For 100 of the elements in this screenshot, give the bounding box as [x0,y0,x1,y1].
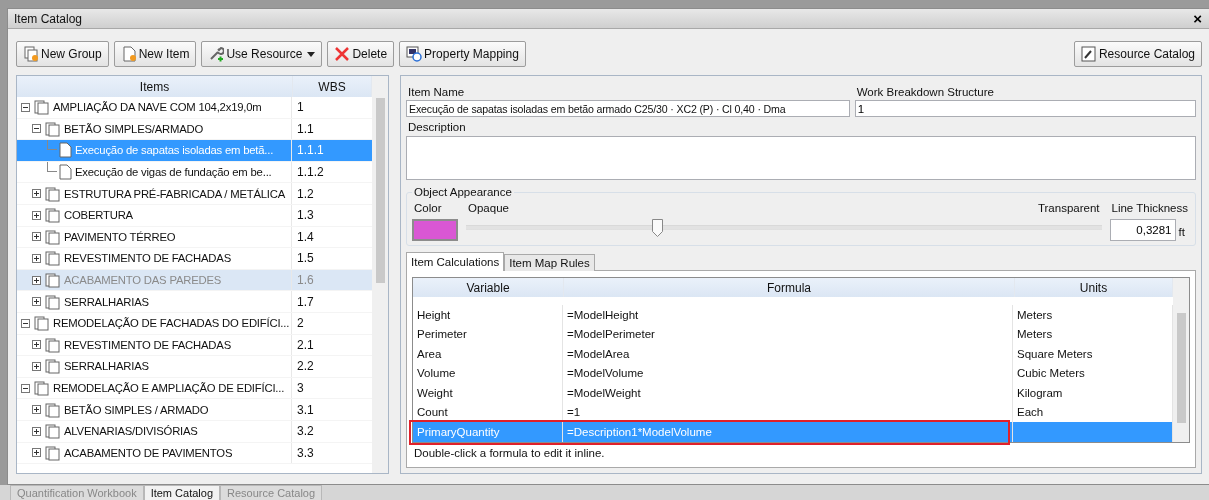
wbs-value: 1.2 [296,185,315,203]
item-name: SERRALHARIAS [64,295,149,308]
property-mapping-button[interactable]: Property Mapping [399,41,526,67]
expand-icon[interactable] [32,297,41,307]
bottom-tab[interactable]: Item Catalog [143,485,220,500]
slider-thumb[interactable] [651,219,663,237]
scrollbar[interactable] [1173,278,1189,442]
item-name: REVESTIMENTO DE FACHADAS [64,338,231,351]
expand-icon[interactable] [32,189,41,199]
wbs-value: 3.1 [296,401,315,419]
tree-row[interactable]: BETÃO SIMPLES / ARMADO 3.1 [17,399,372,421]
folder-icon [45,272,61,289]
item-name: PAVIMENTO TÉRREO [64,230,176,243]
tree-row[interactable]: ALVENARIAS/DIVISÓRIAS 3.2 [17,420,372,443]
wbs-value: 1.3 [296,207,315,225]
line-thickness-field[interactable]: 0,3281 [1109,219,1176,241]
tree-row[interactable]: REVESTIMENTO DE FACHADAS 2.1 [17,334,372,357]
folder-icon [34,99,50,116]
wbs-value: 3.2 [296,423,315,441]
item-name: REVESTIMENTO DE FACHADAS [64,252,231,265]
tree-row[interactable]: COBERTURA 1.3 [17,204,372,227]
expand-icon[interactable] [32,275,41,285]
tree-row[interactable]: Execução de vigas de fundação em be... 1.1.2 [17,161,372,184]
description-field[interactable] [406,136,1196,180]
close-button[interactable]: × [1191,11,1204,26]
item-name: SERRALHARIAS [64,360,149,373]
expand-icon[interactable] [32,232,41,242]
wbs-value: 3 [296,380,305,397]
item-name: REMODELAÇÃO E AMPLIAÇÃO DE EDIFÍCI... [53,382,285,394]
tree-row[interactable]: SERRALHARIAS 1.7 [17,291,372,313]
delete-button[interactable]: Delete [327,41,395,67]
expand-icon[interactable] [32,253,41,263]
tree-row[interactable]: PAVIMENTO TÉRREO 1.4 [17,226,372,249]
expand-icon[interactable] [32,210,41,220]
delete-icon [334,46,351,62]
collapse-icon[interactable] [21,102,30,112]
expand-icon[interactable] [32,361,41,371]
tab[interactable]: Item Calculations [406,252,505,271]
wbs-value: 1.1 [296,120,315,138]
tree-row[interactable]: SERRALHARIAS 2.2 [17,356,372,378]
wbs-value: 1 [296,99,305,117]
tab[interactable]: Item Map Rules [504,254,595,271]
field-label: Line Thickness [1110,201,1189,216]
color-swatch[interactable] [412,219,458,241]
field-label: Color [413,201,443,216]
document-icon [120,46,137,62]
tree-row[interactable]: BETÃO SIMPLES/ARMADO 1.1 [17,118,372,141]
folder-icon [45,120,61,137]
folder-icon [45,185,61,202]
resource-catalog-button[interactable]: Resource Catalog [1073,41,1202,67]
tree-row[interactable]: REVESTIMENTO DE FACHADAS 1.5 [17,248,372,270]
wbs-value: 2.2 [296,358,315,376]
item-name: BETÃO SIMPLES / ARMADO [64,403,209,416]
item-name: BETÃO SIMPLES/ARMADO [64,122,204,135]
new-group-button[interactable]: New Group [16,41,109,67]
column-header[interactable]: Variable [413,278,564,297]
wbs-value: 2 [296,315,305,333]
wbs-value: 1.7 [296,293,315,311]
expand-icon[interactable] [32,340,41,350]
folder-icon [34,315,50,332]
wbs-value: 1.4 [296,228,315,246]
item-name: COBERTURA [64,209,133,222]
wbs-field[interactable]: 1 [854,100,1196,117]
use-resource-button[interactable]: Use Resource [201,41,323,67]
expand-icon[interactable] [32,448,41,458]
scrollbar[interactable] [372,76,388,473]
folder-icon [45,250,61,267]
variable-cell: Height [413,305,563,325]
collapse-icon[interactable] [32,124,41,134]
expand-icon[interactable] [32,405,41,415]
folder-icon [45,423,61,440]
tree-row[interactable]: REMODELAÇÃO DE FACHADAS DO EDIFÍCI... 2 [17,312,372,335]
collapse-icon[interactable] [21,383,30,393]
wbs-value: 3.3 [296,444,315,462]
unit-label: ft [1178,226,1185,240]
folder-icon [45,293,61,310]
column-header[interactable]: Formula [564,278,1015,297]
tree-row[interactable]: ESTRUTURA PRÉ-FABRICADA / METÁLICA 1.2 [17,183,372,205]
collapse-icon[interactable] [21,318,30,328]
formula-cell: =Description1*ModelVolume [563,422,1013,442]
tree-row[interactable]: AMPLIAÇÃO DA NAVE COM 104,2x19,0m 1 [17,97,372,119]
wbs-value: 2.1 [296,336,315,354]
new-item-button[interactable]: New Item [113,41,197,67]
item-name: ACABAMENTO DE PAVIMENTOS [64,446,233,459]
wrench-icon [208,46,225,62]
formula-cell: =ModelArea [563,344,1013,364]
folder-icon [45,358,61,375]
group-title: Object Appearance [413,186,513,198]
expand-icon[interactable] [32,426,41,436]
variable-cell: Weight [413,383,563,403]
item-name: REMODELAÇÃO DE FACHADAS DO EDIFÍCI... [53,317,290,330]
document-icon [59,164,72,181]
formula-cell: =ModelHeight [563,305,1013,325]
item-name-field[interactable]: Execução de sapatas isoladas em betão armado C25/30 · XC2 (P) · Cl 0,40 · Dma [406,100,850,117]
wbs-value: 1.1.2 [296,164,325,182]
item-name: Execução de sapatas isoladas em betã... [75,144,274,157]
folder-icon [45,228,61,245]
tree-row[interactable]: REMODELAÇÃO E AMPLIAÇÃO DE EDIFÍCI... 3 [17,377,372,400]
hint-text: Double-click a formula to edit it inline. [413,445,606,459]
tree-row[interactable]: ACABAMENTO DE PAVIMENTOS 3.3 [17,442,372,465]
